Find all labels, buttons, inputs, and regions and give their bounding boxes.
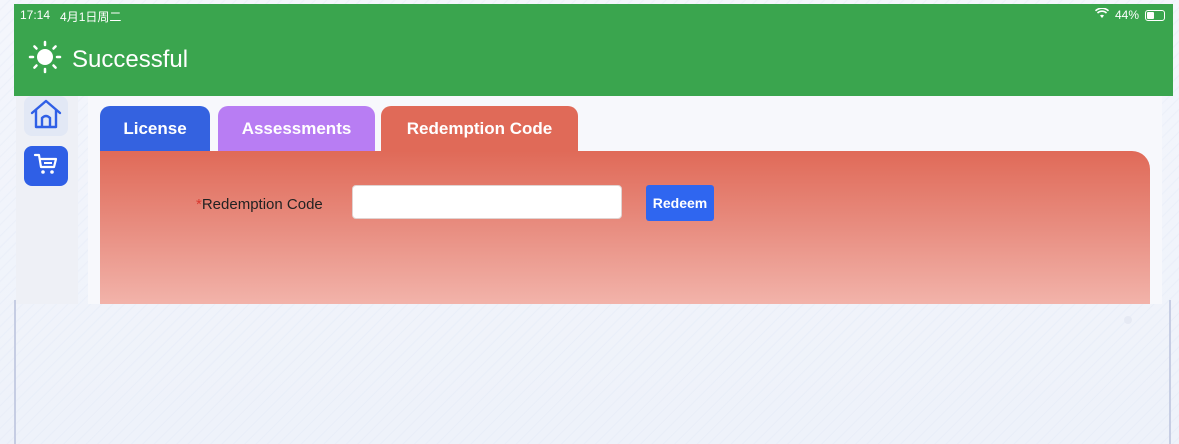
sidebar-item-cart[interactable] xyxy=(24,146,68,186)
redemption-code-label-text: Redemption Code xyxy=(201,196,323,213)
battery-fill xyxy=(1147,11,1155,19)
battery-percent: 44% xyxy=(1114,8,1139,22)
tab-redemption-code[interactable]: Redemption Code xyxy=(381,106,578,152)
status-bar-right: 44% xyxy=(1094,7,1165,22)
sun-icon xyxy=(28,40,62,79)
main-content: License Assessments Redemption Code *Red… xyxy=(88,96,1162,304)
app-header: 17:14 4月1日周二 44% Successful xyxy=(14,4,1173,96)
decorative-dot xyxy=(1124,316,1132,324)
redemption-code-input[interactable] xyxy=(352,185,622,219)
sidebar xyxy=(16,96,78,304)
header-title-row: Successful xyxy=(28,40,188,79)
page-title: Successful xyxy=(72,45,189,73)
tab-assessments[interactable]: Assessments xyxy=(218,106,375,152)
wifi-icon xyxy=(1094,7,1110,22)
status-time: 17:14 xyxy=(20,8,51,22)
cart-icon xyxy=(33,152,59,181)
status-date: 4月1日周二 xyxy=(60,10,122,24)
redemption-code-label: *Redemption Code xyxy=(196,196,323,213)
battery-icon xyxy=(1145,9,1165,21)
frame-border-right xyxy=(1169,300,1171,444)
home-icon xyxy=(29,98,63,135)
tab-license[interactable]: License xyxy=(100,106,210,152)
sidebar-item-home[interactable] xyxy=(24,96,68,136)
redemption-panel: *Redemption Code Redeem xyxy=(100,151,1150,304)
frame-border-left xyxy=(14,300,16,444)
status-bar-left: 17:14 4月1日周二 xyxy=(20,8,121,24)
redeem-button[interactable]: Redeem xyxy=(646,185,714,221)
